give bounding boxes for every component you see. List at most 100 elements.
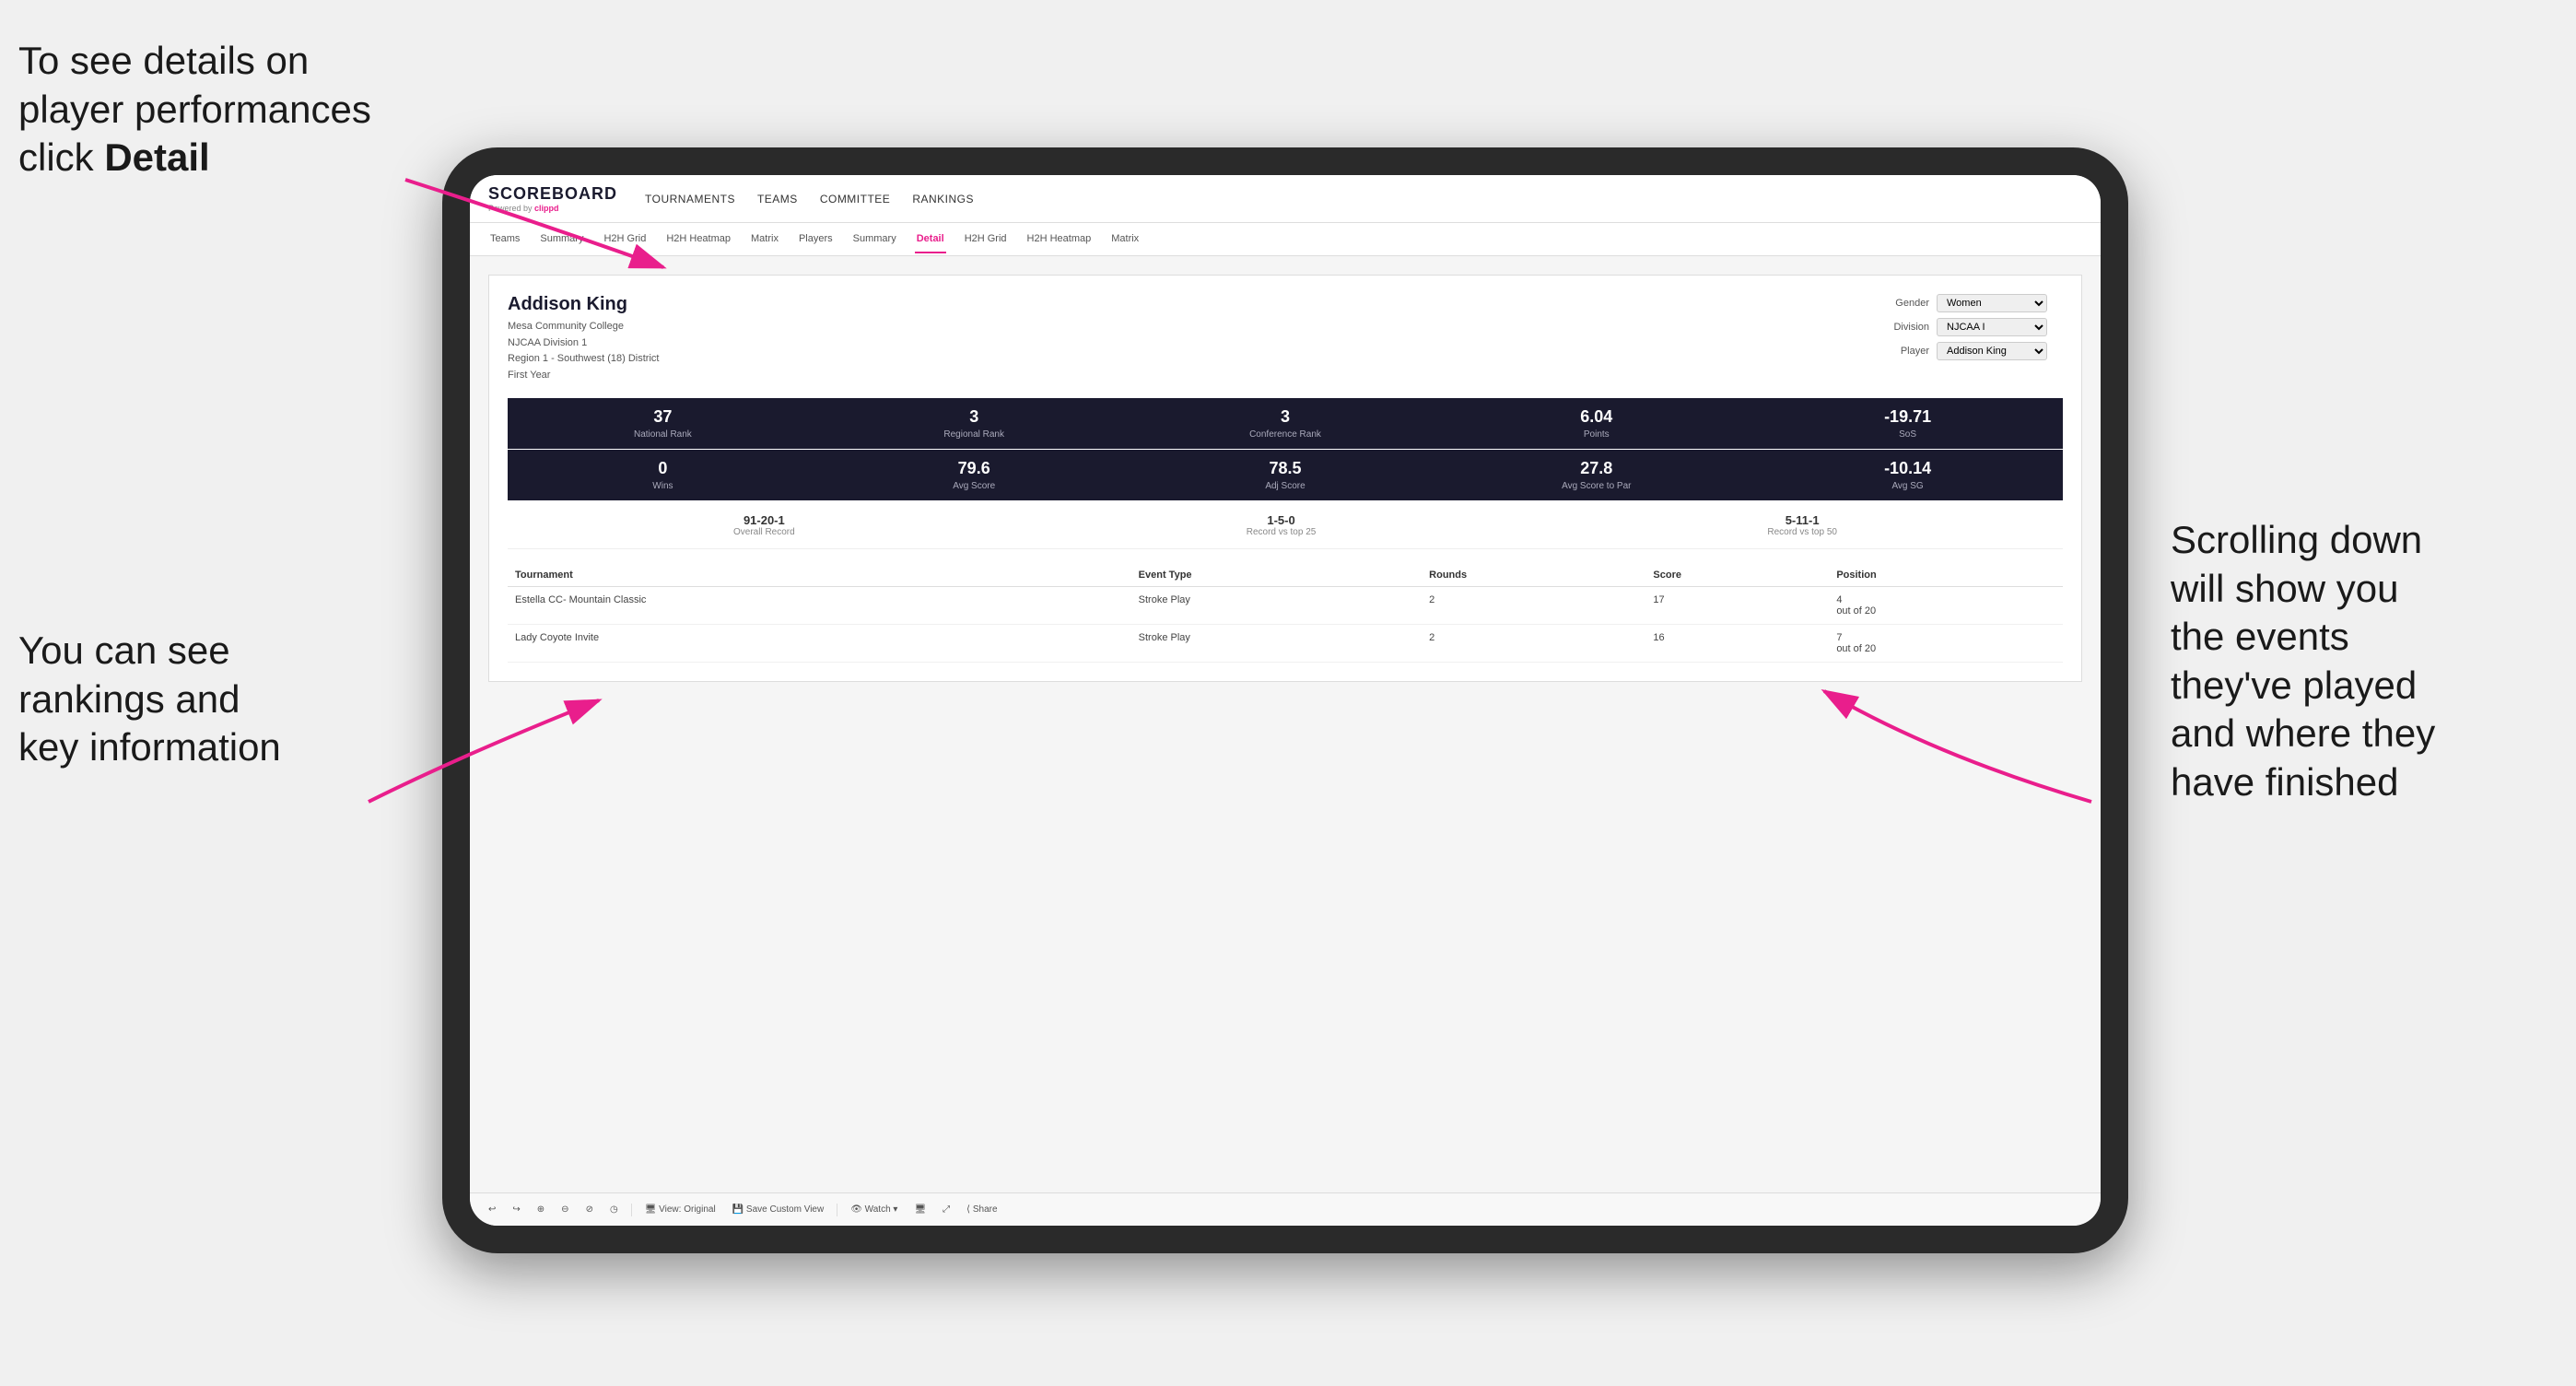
tournament-table: Tournament Event Type Rounds Score Posit… <box>508 564 2063 663</box>
top25-record-value: 1-5-0 <box>1247 513 1317 527</box>
stats-grid-row2: 0 Wins 79.6 Avg Score 78.5 Adj Score 2 <box>508 450 2063 500</box>
toolbar-save-custom[interactable]: 💾 Save Custom View <box>729 1203 828 1216</box>
cell-event-type-1: Stroke Play <box>1131 624 1423 662</box>
top50-record-value: 5-11-1 <box>1767 513 1837 527</box>
col-tournament: Tournament <box>508 564 1131 587</box>
stats-grid-row1: 37 National Rank 3 Regional Rank 3 Confe… <box>508 398 2063 449</box>
sos-label: SoS <box>1760 429 2055 440</box>
cell-tournament-1: Lady Coyote Invite <box>508 624 1131 662</box>
gender-filter-row: Gender Women <box>1879 294 2063 312</box>
tab-teams[interactable]: Teams <box>488 226 521 253</box>
overall-record-label: Overall Record <box>733 527 795 537</box>
main-content: Addison King Mesa Community College NJCA… <box>470 256 2101 1192</box>
toolbar-fit[interactable]: ⊘ <box>582 1203 597 1216</box>
tab-summary[interactable]: Summary <box>538 226 585 253</box>
conference-rank-value: 3 <box>1138 407 1434 428</box>
sos-value: -19.71 <box>1760 407 2055 428</box>
national-rank-value: 37 <box>515 407 811 428</box>
col-score: Score <box>1645 564 1829 587</box>
division-filter-row: Division NJCAA I <box>1879 318 2063 336</box>
col-event-type: Event Type <box>1131 564 1423 587</box>
player-year: First Year <box>508 368 659 384</box>
tab-matrix[interactable]: Matrix <box>749 226 780 253</box>
player-school: Mesa Community College <box>508 319 659 335</box>
avg-score-value: 79.6 <box>826 459 1122 479</box>
toolbar-zoom-out[interactable]: ⊖ <box>557 1203 572 1216</box>
toolbar-zoom-in[interactable]: ⊕ <box>533 1203 548 1216</box>
tab-players[interactable]: Players <box>797 226 835 253</box>
tab-h2h-grid[interactable]: H2H Grid <box>602 226 648 253</box>
tab-matrix2[interactable]: Matrix <box>1109 226 1141 253</box>
tab-h2h-heatmap[interactable]: H2H Heatmap <box>664 226 732 253</box>
tab-h2h-heatmap2[interactable]: H2H Heatmap <box>1025 226 1094 253</box>
annotation-bottom-left: You can see rankings and key information <box>18 627 369 772</box>
stat-adj-score: 78.5 Adj Score <box>1130 450 1441 500</box>
toolbar-watch[interactable]: 👁 Watch ▾ <box>847 1203 901 1216</box>
cell-tournament-0: Estella CC- Mountain Classic <box>508 586 1131 624</box>
player-filters: Gender Women Division NJCAA I <box>1879 294 2063 360</box>
sub-nav: Teams Summary H2H Grid H2H Heatmap Matri… <box>470 223 2101 256</box>
avg-score-par-label: Avg Score to Par <box>1448 481 1744 491</box>
logo-area: SCOREBOARD Powered by clippd <box>488 184 617 213</box>
tab-detail[interactable]: Detail <box>915 226 946 253</box>
records-row: 91-20-1 Overall Record 1-5-0 Record vs t… <box>508 513 2063 549</box>
toolbar-screen[interactable]: 🖥 <box>910 1203 930 1216</box>
top50-record-label: Record vs top 50 <box>1767 527 1837 537</box>
nav-committee[interactable]: COMMITTEE <box>820 189 891 209</box>
toolbar-redo[interactable]: ↪ <box>509 1203 523 1216</box>
player-division: NJCAA Division 1 <box>508 335 659 352</box>
cell-score-1: 16 <box>1645 624 1829 662</box>
nav-rankings[interactable]: RANKINGS <box>912 189 974 209</box>
nav-teams[interactable]: TEAMS <box>757 189 798 209</box>
stat-national-rank: 37 National Rank <box>508 398 818 449</box>
nav-tournaments[interactable]: TOURNAMENTS <box>645 189 735 209</box>
toolbar-share[interactable]: ⟨ Share <box>963 1203 1001 1216</box>
avg-sg-value: -10.14 <box>1760 459 2055 479</box>
regional-rank-label: Regional Rank <box>826 429 1122 440</box>
stat-avg-sg: -10.14 Avg SG <box>1752 450 2063 500</box>
player-info: Addison King Mesa Community College NJCA… <box>508 294 659 383</box>
logo-powered: Powered by clippd <box>488 204 617 213</box>
cell-rounds-1: 2 <box>1422 624 1645 662</box>
toolbar-expand[interactable]: ⤢ <box>939 1203 954 1216</box>
stat-avg-score: 79.6 Avg Score <box>819 450 1130 500</box>
conference-rank-label: Conference Rank <box>1138 429 1434 440</box>
cell-position-1: 7 out of 20 <box>1829 624 2063 662</box>
stat-points: 6.04 Points <box>1441 398 1751 449</box>
stat-regional-rank: 3 Regional Rank <box>819 398 1130 449</box>
col-rounds: Rounds <box>1422 564 1645 587</box>
table-row: Lady Coyote Invite Stroke Play 2 16 7 ou… <box>508 624 2063 662</box>
wins-label: Wins <box>515 481 811 491</box>
tab-summary2[interactable]: Summary <box>851 226 898 253</box>
player-name: Addison King <box>508 294 659 315</box>
division-select[interactable]: NJCAA I <box>1937 318 2047 336</box>
bottom-toolbar: ↩ ↪ ⊕ ⊖ ⊘ ◷ 🖥 View: Original 💾 Save Cust… <box>470 1192 2101 1226</box>
toolbar-view-original[interactable]: 🖥 View: Original <box>641 1203 720 1216</box>
adj-score-label: Adj Score <box>1138 481 1434 491</box>
toolbar-undo[interactable]: ↩ <box>485 1203 499 1216</box>
toolbar-separator <box>631 1204 632 1216</box>
national-rank-label: National Rank <box>515 429 811 440</box>
cell-position-0: 4 out of 20 <box>1829 586 2063 624</box>
top25-record-label: Record vs top 25 <box>1247 527 1317 537</box>
tablet-frame: SCOREBOARD Powered by clippd TOURNAMENTS… <box>442 147 2128 1253</box>
annotation-top-left: To see details on player performances cl… <box>18 37 405 182</box>
player-select[interactable]: Addison King <box>1937 342 2047 360</box>
player-region: Region 1 - Southwest (18) District <box>508 351 659 368</box>
toolbar-clock[interactable]: ◷ <box>606 1203 622 1216</box>
cell-score-0: 17 <box>1645 586 1829 624</box>
regional-rank-value: 3 <box>826 407 1122 428</box>
division-label: Division <box>1879 322 1929 333</box>
avg-score-label: Avg Score <box>826 481 1122 491</box>
tab-h2h-grid2[interactable]: H2H Grid <box>963 226 1009 253</box>
nav-items: TOURNAMENTS TEAMS COMMITTEE RANKINGS <box>645 189 974 209</box>
col-position: Position <box>1829 564 2063 587</box>
record-top50: 5-11-1 Record vs top 50 <box>1767 513 1837 537</box>
points-value: 6.04 <box>1448 407 1744 428</box>
avg-score-par-value: 27.8 <box>1448 459 1744 479</box>
app-container: SCOREBOARD Powered by clippd TOURNAMENTS… <box>470 175 2101 1226</box>
player-panel: Addison King Mesa Community College NJCA… <box>488 275 2082 682</box>
record-top25: 1-5-0 Record vs top 25 <box>1247 513 1317 537</box>
gender-select[interactable]: Women <box>1937 294 2047 312</box>
stat-wins: 0 Wins <box>508 450 818 500</box>
